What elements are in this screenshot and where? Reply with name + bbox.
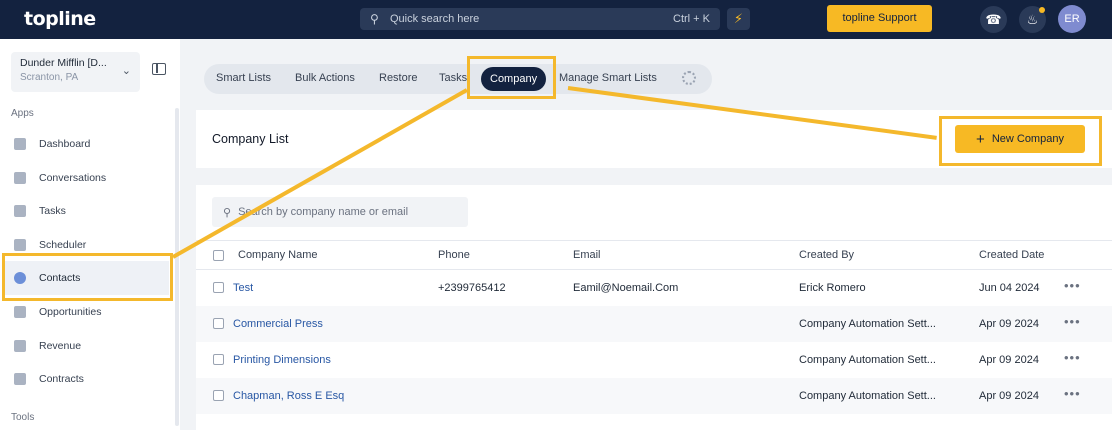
row-checkbox[interactable]: [213, 282, 224, 293]
sidebar: Dunder Mifflin [D... Scranton, PA ⌄ Apps…: [0, 39, 180, 430]
lightning-icon[interactable]: ⚡: [727, 8, 750, 30]
phone-icon[interactable]: ☎: [980, 6, 1007, 33]
sidebar-item-label: Revenue: [39, 340, 82, 352]
tab-tasks[interactable]: Tasks: [439, 72, 467, 84]
tab-bulk-actions[interactable]: Bulk Actions: [295, 72, 355, 84]
calendar-icon: [14, 239, 26, 251]
created-date: Apr 09 2024: [979, 390, 1039, 402]
target-icon: [14, 306, 26, 318]
created-by: Company Automation Sett...: [799, 390, 936, 402]
column-email[interactable]: Email: [573, 249, 601, 261]
created-by: Erick Romero: [799, 282, 866, 294]
column-created-by[interactable]: Created By: [799, 249, 854, 261]
sidebar-item-opportunities[interactable]: Opportunities: [14, 302, 101, 322]
more-options-icon[interactable]: •••: [1064, 350, 1081, 365]
dashboard-icon: [14, 138, 26, 150]
quick-search-placeholder: Quick search here: [390, 13, 480, 25]
created-date: Apr 09 2024: [979, 318, 1039, 330]
table-row[interactable]: Commercial Press Company Automation Sett…: [196, 306, 1112, 342]
row-checkbox[interactable]: [213, 354, 224, 365]
sidebar-item-label: Conversations: [39, 172, 107, 184]
company-phone: +2399765412: [438, 282, 506, 294]
account-switcher[interactable]: Dunder Mifflin [D... Scranton, PA ⌄: [11, 52, 140, 92]
page-title: Company List: [212, 132, 289, 146]
sidebar-item-label: Dashboard: [39, 138, 91, 150]
sidebar-collapse-icon[interactable]: [152, 63, 166, 75]
sidebar-item-label: Tasks: [39, 205, 66, 217]
company-name-link[interactable]: Commercial Press: [233, 318, 323, 330]
company-name-link[interactable]: Printing Dimensions: [233, 354, 331, 366]
card-icon: [14, 340, 26, 352]
created-by: Company Automation Sett...: [799, 318, 936, 330]
clipboard-icon: [14, 205, 26, 217]
sidebar-item-label: Contracts: [39, 373, 84, 385]
row-checkbox[interactable]: [213, 390, 224, 401]
account-location: Scranton, PA: [20, 72, 79, 83]
table-header: Company Name Phone Email Created By Crea…: [196, 240, 1112, 270]
top-bar: topline ⚲ Quick search here Ctrl + K ⚡ t…: [0, 0, 1112, 39]
search-shortcut: Ctrl + K: [673, 13, 710, 25]
sidebar-item-dashboard[interactable]: Dashboard: [14, 134, 90, 154]
app-logo[interactable]: topline: [24, 8, 96, 30]
table-row[interactable]: Printing Dimensions Company Automation S…: [196, 342, 1112, 378]
highlight-new-company: [939, 116, 1102, 166]
sidebar-item-revenue[interactable]: Revenue: [14, 336, 81, 356]
highlight-contacts: [2, 253, 173, 301]
more-options-icon[interactable]: •••: [1064, 278, 1081, 293]
sidebar-scrollbar[interactable]: [175, 108, 179, 426]
more-options-icon[interactable]: •••: [1064, 386, 1081, 401]
tab-smart-lists[interactable]: Smart Lists: [216, 72, 271, 84]
search-icon: ⚲: [370, 12, 379, 26]
document-icon: [14, 373, 26, 385]
section-tools: Tools: [11, 412, 35, 423]
sidebar-item-tasks[interactable]: Tasks: [14, 201, 66, 221]
section-apps: Apps: [11, 108, 34, 119]
support-button[interactable]: topline Support: [827, 5, 932, 32]
account-name: Dunder Mifflin [D...: [20, 57, 107, 69]
search-icon: ⚲: [223, 206, 232, 219]
user-avatar[interactable]: ER: [1058, 5, 1086, 33]
sidebar-item-label: Opportunities: [39, 306, 102, 318]
sidebar-item-conversations[interactable]: Conversations: [14, 168, 106, 188]
select-all-checkbox[interactable]: [213, 250, 224, 261]
company-email: Eamil@Noemail.Com: [573, 282, 679, 294]
column-phone[interactable]: Phone: [438, 249, 470, 261]
created-date: Apr 09 2024: [979, 354, 1039, 366]
table-row[interactable]: Test +2399765412 Eamil@Noemail.Com Erick…: [196, 270, 1112, 306]
gear-icon[interactable]: [682, 71, 696, 85]
company-name-link[interactable]: Chapman, Ross E Esq: [233, 390, 344, 402]
sidebar-item-contracts[interactable]: Contracts: [14, 369, 84, 389]
chevron-down-icon: ⌄: [121, 65, 131, 77]
created-by: Company Automation Sett...: [799, 354, 936, 366]
tab-manage-smart-lists[interactable]: Manage Smart Lists: [559, 72, 657, 84]
notification-dot: [1039, 7, 1045, 13]
tab-restore[interactable]: Restore: [379, 72, 418, 84]
chat-icon: [14, 172, 26, 184]
sidebar-item-scheduler[interactable]: Scheduler: [14, 235, 86, 255]
row-checkbox[interactable]: [213, 318, 224, 329]
created-date: Jun 04 2024: [979, 282, 1040, 294]
column-company-name[interactable]: Company Name: [238, 249, 317, 261]
more-options-icon[interactable]: •••: [1064, 314, 1081, 329]
table-row[interactable]: Chapman, Ross E Esq Company Automation S…: [196, 378, 1112, 414]
highlight-company-tab: [467, 56, 556, 99]
company-name-link[interactable]: Test: [233, 282, 253, 294]
column-created-date[interactable]: Created Date: [979, 249, 1044, 261]
quick-search[interactable]: ⚲ Quick search here Ctrl + K: [360, 8, 720, 30]
sidebar-item-label: Scheduler: [39, 239, 87, 251]
